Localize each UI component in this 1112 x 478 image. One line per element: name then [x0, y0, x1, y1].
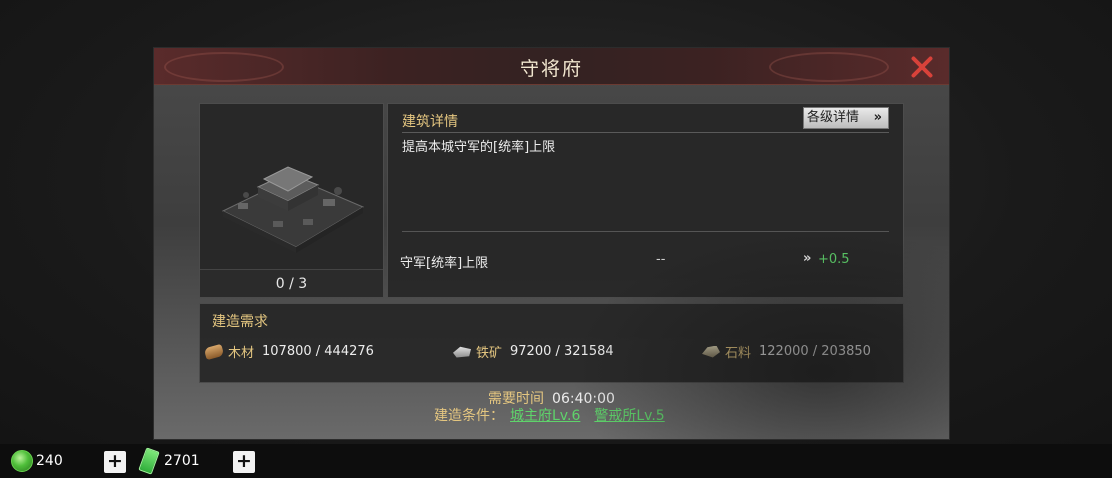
resource-value: 97200 / 321584 [510, 344, 614, 359]
add-ticket-button[interactable]: + [233, 451, 255, 473]
level-details-button[interactable]: 各级详情 » [803, 107, 889, 129]
divider [402, 231, 889, 232]
level-details-label: 各级详情 [807, 110, 860, 125]
resource-stone: 石料 122000 / 203850 [702, 342, 871, 361]
double-chevron-icon: » [873, 110, 882, 125]
dialog-title: 守将府 [519, 58, 583, 80]
build-conditions: 建造条件： 城主府Lv.6 警戒所Lv.5 [434, 405, 665, 425]
currency-bar: 240 + 2701 + [0, 444, 1112, 478]
resource-value: 122000 / 203850 [759, 344, 871, 359]
resource-name: 铁矿 [476, 346, 503, 361]
details-panel: 建筑详情 各级详情 » 提高本城守军的[统率]上限 守军[统率]上限 -- » … [387, 103, 904, 298]
requirements-panel: 建造需求 木材 107800 / 444276 铁矿 97200 / 32158… [199, 303, 904, 383]
requirements-section-title: 建造需求 [212, 314, 268, 330]
resource-iron: 铁矿 97200 / 321584 [453, 342, 614, 361]
build-conditions-label: 建造条件： [434, 408, 504, 424]
building-image-panel: 0 / 3 [199, 103, 384, 298]
building-illustration [221, 166, 365, 253]
resource-name: 木材 [228, 346, 255, 361]
details-section-title: 建筑详情 [402, 114, 458, 130]
divider [402, 132, 889, 133]
building-description: 提高本城守军的[统率]上限 [402, 140, 556, 155]
stat-label: 守军[统率]上限 [400, 256, 489, 271]
add-jade-button[interactable]: + [104, 451, 126, 473]
dialog-title-bar: 守将府 [154, 48, 949, 85]
condition-link-city-hall[interactable]: 城主府Lv.6 [510, 408, 580, 424]
iron-icon [453, 346, 471, 358]
ticket-icon [138, 447, 160, 475]
wood-icon [203, 343, 225, 360]
stone-icon [702, 345, 720, 358]
resource-value: 107800 / 444276 [262, 344, 374, 359]
resource-wood: 木材 107800 / 444276 [203, 342, 374, 361]
building-dialog: 守将府 0 / 3 建筑详情 各级详情 » 提高本城守军的[统率]上限 守军[统… [153, 47, 950, 440]
double-chevron-icon: » [803, 251, 812, 266]
ticket-amount: 2701 [164, 453, 200, 469]
stat-next-value: +0.5 [818, 252, 850, 267]
close-icon[interactable] [909, 54, 935, 80]
stat-current-value: -- [656, 252, 666, 267]
jade-icon [11, 450, 33, 472]
jade-amount: 240 [36, 453, 63, 469]
building-count: 0 / 3 [200, 269, 383, 297]
resource-name: 石料 [725, 346, 752, 361]
condition-link-watchtower[interactable]: 警戒所Lv.5 [594, 408, 664, 424]
